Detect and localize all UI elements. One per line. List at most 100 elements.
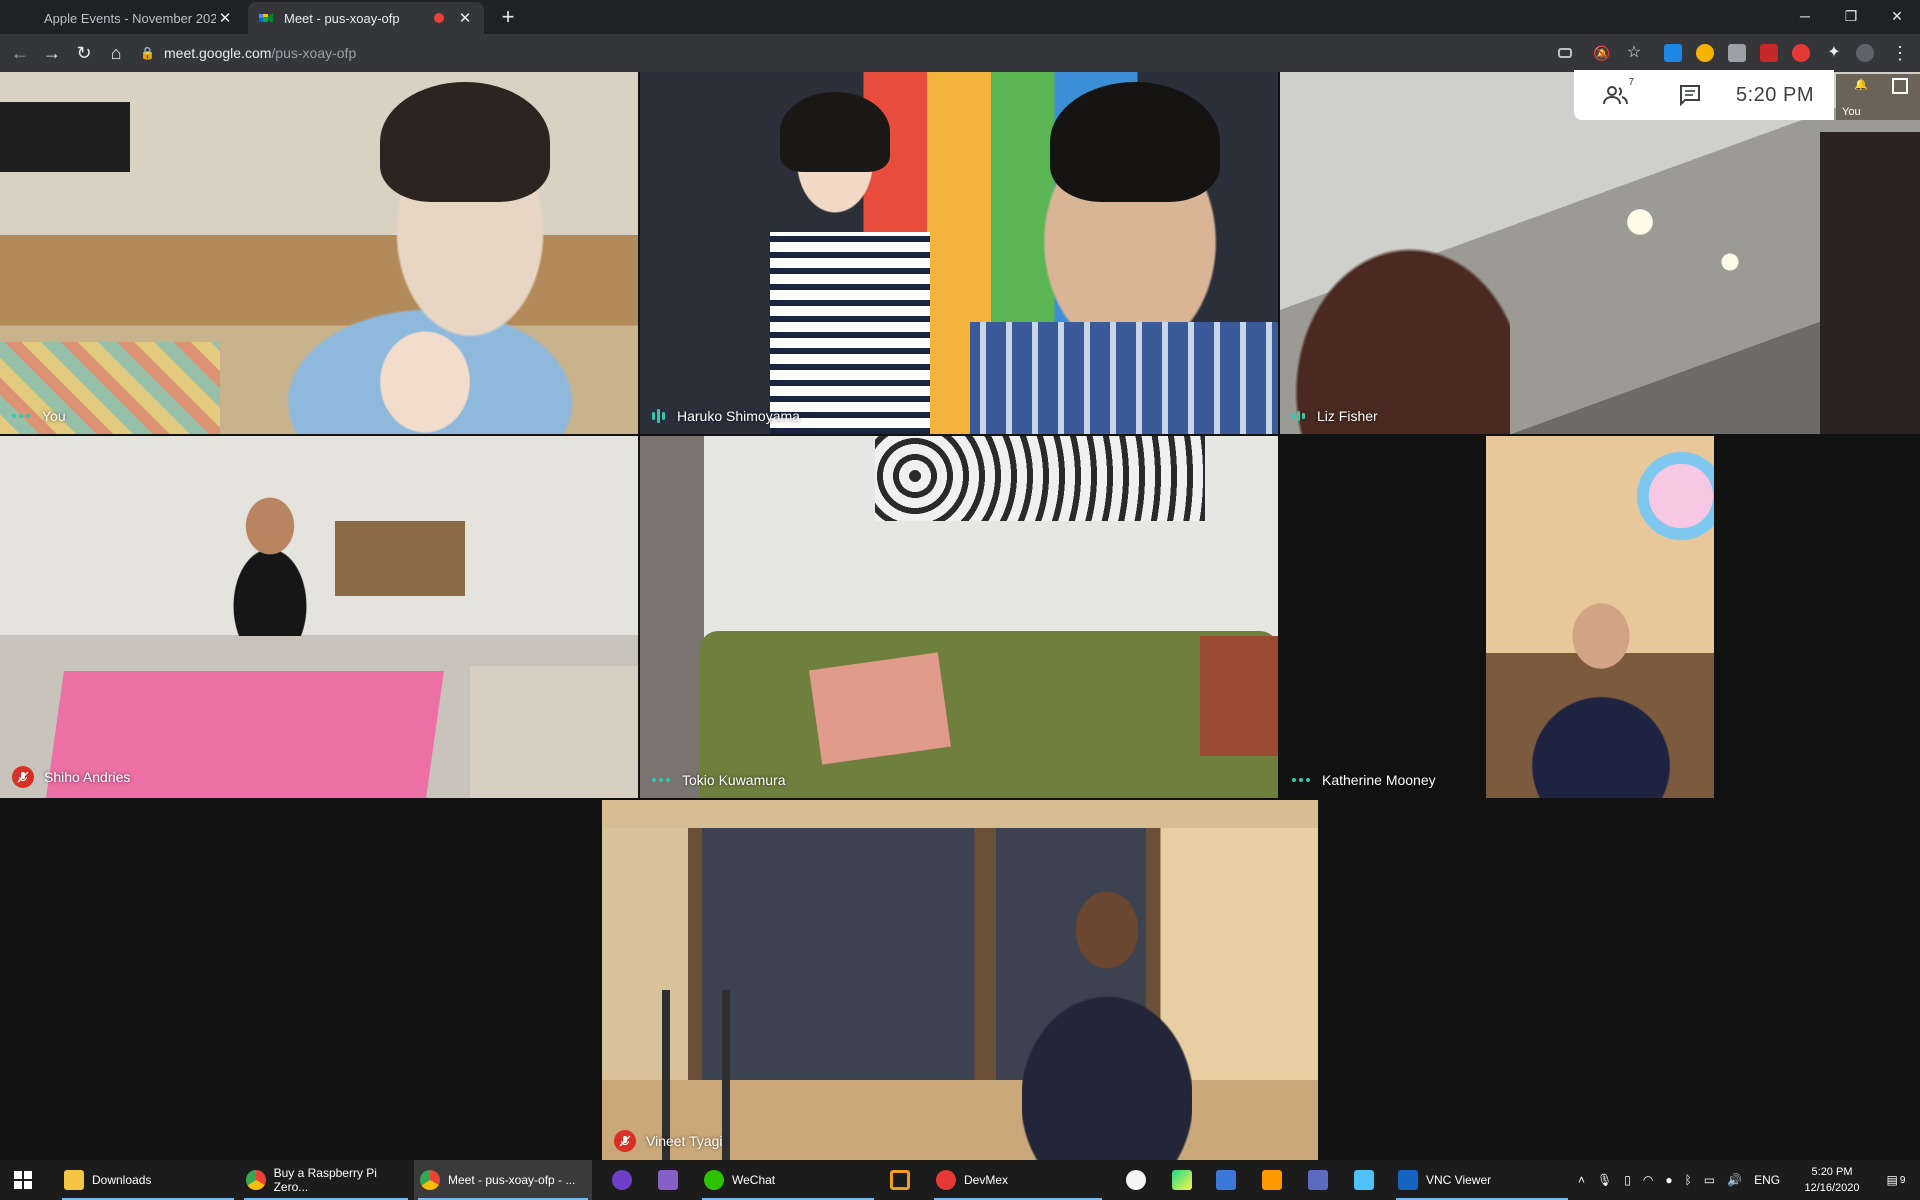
visual-studio-icon <box>658 1170 678 1190</box>
audio-idle-dots-icon <box>1292 778 1310 782</box>
video-feed <box>1486 436 1714 798</box>
taskbar-time: 5:20 PM <box>1811 1166 1853 1178</box>
microphone-off-icon <box>12 766 34 788</box>
start-button[interactable] <box>0 1160 46 1200</box>
network-icon <box>1216 1170 1236 1190</box>
people-icon <box>1603 86 1628 105</box>
taskbar-wechat[interactable]: WeChat <box>698 1160 878 1200</box>
participant-name: Haruko Shimoyama <box>677 408 800 424</box>
extension-icon[interactable] <box>1760 44 1778 62</box>
wechat-tray-icon[interactable]: ● <box>1665 1173 1672 1187</box>
participant-name-bar: Shiho Andries <box>12 766 130 788</box>
google-meet-icon <box>258 10 274 26</box>
close-tab-icon[interactable]: ✕ <box>216 9 234 27</box>
participant-name-bar: You <box>12 408 66 424</box>
notification-icon: ▤ <box>1886 1173 1898 1187</box>
participant-name: Shiho Andries <box>44 769 131 785</box>
extension-icon[interactable] <box>1792 44 1810 62</box>
folder-icon <box>64 1170 84 1190</box>
devmex-icon <box>936 1170 956 1190</box>
taskbar-github-desktop[interactable] <box>606 1160 642 1200</box>
system-tray: ˄ 🎙 ▯ ◠ ● ᛒ ▭ 🔊 ENG <box>1578 1160 1780 1200</box>
notifications-off-icon[interactable]: 🔔 <box>1854 78 1868 91</box>
taskbar-visual-studio[interactable] <box>652 1160 688 1200</box>
participant-name: You <box>42 408 66 424</box>
chrome-icon <box>420 1170 440 1190</box>
taskbar-app[interactable] <box>1302 1160 1338 1200</box>
chat-button[interactable] <box>1670 75 1710 115</box>
taskbar-clock[interactable]: 5:20 PM 12/16/2020 <box>1800 1164 1864 1196</box>
bluetooth-icon[interactable]: ᛒ <box>1685 1173 1692 1187</box>
taskbar-vnc-viewer[interactable]: VNC Viewer <box>1392 1160 1572 1200</box>
meet-video-grid: You Haruko Shimoyama Liz Fisher Shiho An… <box>0 72 1920 1162</box>
battery-icon[interactable]: ▭ <box>1704 1173 1715 1187</box>
self-view-label: You <box>1842 106 1861 118</box>
taskbar-chrome-meet[interactable]: Meet - pus-xoay-ofp - ... <box>414 1160 592 1200</box>
chevron-up-icon[interactable]: ˄ <box>1578 1173 1585 1187</box>
taskbar-date: 12/16/2020 <box>1804 1182 1860 1194</box>
bookmark-star-icon[interactable]: ☆ <box>1622 41 1646 65</box>
home-icon[interactable]: ⌂ <box>104 41 128 65</box>
windows-taskbar: Downloads Buy a Raspberry Pi Zero... Mee… <box>0 1160 1920 1200</box>
tab-apple-events[interactable]: Apple Events - November 2020 - ✕ <box>8 2 244 34</box>
tab-title: Meet - pus-xoay-ofp <box>284 10 400 26</box>
forward-arrow-icon[interactable]: → <box>40 41 64 65</box>
screenshot-extension-icon[interactable] <box>1728 44 1746 62</box>
apple-icon <box>18 10 34 26</box>
taskbar-label: VNC Viewer <box>1426 1173 1492 1187</box>
taskbar-app[interactable] <box>1348 1160 1384 1200</box>
sublime-icon <box>1262 1170 1282 1190</box>
participant-tile[interactable]: You <box>0 72 638 434</box>
notifications-blocked-icon[interactable]: 🔕 <box>1590 41 1614 65</box>
wifi-icon[interactable]: ◠ <box>1643 1173 1653 1187</box>
microphone-icon[interactable]: 🎙 <box>1597 1173 1612 1187</box>
notification-count: 9 <box>1899 1174 1906 1186</box>
camera-in-use-icon[interactable] <box>1558 48 1572 58</box>
speaker-icon[interactable]: 🔊 <box>1727 1173 1742 1187</box>
participant-tile[interactable]: Haruko Shimoyama <box>640 72 1278 434</box>
self-view-thumbnail[interactable]: 🔔 You <box>1836 74 1920 120</box>
fullscreen-icon[interactable] <box>1892 78 1908 94</box>
taskbar-chrome-raspberry[interactable]: Buy a Raspberry Pi Zero... <box>240 1160 412 1200</box>
participant-tile[interactable]: Katherine Mooney <box>1280 436 1920 798</box>
participant-tile[interactable]: Shiho Andries <box>0 436 638 798</box>
extension-icon[interactable] <box>1664 44 1682 62</box>
participant-name-bar: Katherine Mooney <box>1292 772 1436 788</box>
extension-icon[interactable] <box>1696 44 1714 62</box>
participants-button[interactable]: 7 <box>1596 75 1636 115</box>
url-path: /pus-xoay-ofp <box>271 45 357 61</box>
taskbar-sublime[interactable] <box>1256 1160 1292 1200</box>
microphone-off-icon <box>614 1130 636 1152</box>
participant-name-bar: Liz Fisher <box>1292 408 1378 424</box>
minimize-button[interactable]: ─ <box>1782 0 1828 34</box>
address-bar[interactable]: 🔒 meet.google.com/pus-xoay-ofp <box>140 39 1520 67</box>
kebab-menu-icon[interactable]: ⋮ <box>1888 41 1912 65</box>
reload-icon[interactable]: ↻ <box>72 41 96 65</box>
participant-tile[interactable]: Liz Fisher <box>1280 72 1920 434</box>
extensions-puzzle-icon[interactable]: ✦ <box>1822 41 1846 65</box>
participant-name: Vineet Tyagi <box>646 1133 723 1149</box>
back-arrow-icon[interactable]: ← <box>8 41 32 65</box>
participant-tile[interactable]: Vineet Tyagi <box>602 800 1318 1162</box>
usb-icon[interactable]: ▯ <box>1624 1173 1631 1187</box>
windows-logo-icon <box>14 1171 32 1189</box>
new-tab-button[interactable]: + <box>494 6 522 30</box>
language-indicator[interactable]: ENG <box>1754 1173 1780 1187</box>
taskbar-network-tool[interactable] <box>1210 1160 1246 1200</box>
close-tab-icon[interactable]: ✕ <box>456 9 474 27</box>
restore-button[interactable]: ❐ <box>1828 0 1874 34</box>
participant-name-bar: Tokio Kuwamura <box>652 772 786 788</box>
tab-meet[interactable]: Meet - pus-xoay-ofp ✕ <box>248 2 484 34</box>
taskbar-itunes[interactable] <box>1120 1160 1156 1200</box>
lock-icon: 🔒 <box>140 46 155 60</box>
close-window-button[interactable]: ✕ <box>1874 0 1920 34</box>
audio-idle-dots-icon <box>12 414 30 418</box>
taskbar-pycharm[interactable] <box>1166 1160 1202 1200</box>
profile-avatar[interactable] <box>1856 44 1874 62</box>
participant-tile[interactable]: Tokio Kuwamura <box>640 436 1278 798</box>
taskbar-downloads[interactable]: Downloads <box>58 1160 238 1200</box>
recording-dot-icon <box>434 13 444 23</box>
taskbar-app[interactable] <box>884 1160 920 1200</box>
taskbar-devmex[interactable]: DevMex <box>930 1160 1106 1200</box>
notification-center-button[interactable]: ▤ 9 <box>1876 1160 1916 1200</box>
